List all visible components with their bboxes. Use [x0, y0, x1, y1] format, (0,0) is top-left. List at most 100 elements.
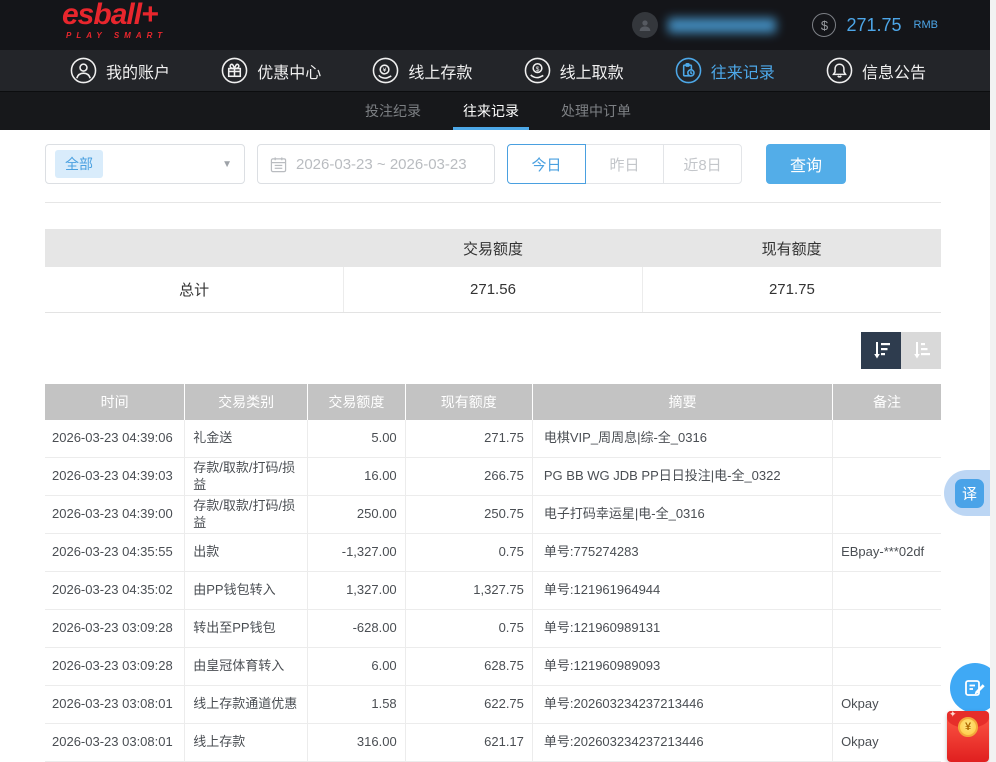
- logo-text: esball+: [62, 0, 167, 30]
- brand-logo[interactable]: esball+ PLAY SMART: [62, 0, 167, 40]
- cell-amount: 250.00: [308, 496, 406, 534]
- transactions-table: 时间 交易类别 交易额度 现有额度 摘要 备注 2026-03-23 04:39…: [45, 384, 941, 762]
- table-row: 2026-03-23 04:35:02由PP钱包转入1,327.001,327.…: [45, 572, 941, 610]
- cell-type: 出款: [185, 534, 308, 572]
- cell-amount: 1,327.00: [308, 572, 406, 610]
- cell-balance: 628.75: [405, 648, 532, 686]
- sort-controls: [45, 332, 941, 369]
- cell-amount: 1.58: [308, 686, 406, 724]
- logo-tagline: PLAY SMART: [66, 32, 167, 40]
- cell-summary: 单号:121960989093: [532, 648, 832, 686]
- nav-label: 线上存款: [408, 59, 472, 83]
- cell-time: 2026-03-23 04:35:55: [45, 534, 185, 572]
- cell-time: 2026-03-23 04:39:06: [45, 420, 185, 458]
- avatar[interactable]: [632, 12, 658, 38]
- type-select[interactable]: 全部 ▼: [45, 144, 245, 184]
- button-label: 近8日: [683, 154, 721, 175]
- cell-balance: 622.75: [405, 686, 532, 724]
- cell-summary: PG BB WG JDB PP日日投注|电-全_0322: [532, 458, 832, 496]
- summary-header-transaction: 交易额度: [344, 229, 643, 267]
- cell-time: 2026-03-23 04:39:00: [45, 496, 185, 534]
- sort-descending-button[interactable]: [861, 332, 901, 369]
- yesterday-button[interactable]: 昨日: [585, 144, 664, 184]
- table-row: 2026-03-23 03:08:01线上存款316.00621.17单号:20…: [45, 724, 941, 762]
- cell-remark: EBpay-***02df: [833, 534, 941, 572]
- page-scrollbar[interactable]: [990, 0, 996, 762]
- header-balance: 现有额度: [405, 384, 532, 420]
- translate-button[interactable]: 译: [944, 470, 996, 516]
- cell-summary: 单号:202603234237213446: [532, 686, 832, 724]
- cell-type: 礼金送: [185, 420, 308, 458]
- cell-time: 2026-03-23 03:08:01: [45, 686, 185, 724]
- edit-compose-icon: [963, 676, 987, 700]
- summary-header-balance: 现有额度: [642, 229, 941, 267]
- nav-item-online-deposit[interactable]: ¥ 线上存款: [372, 57, 472, 84]
- transactions-body: 2026-03-23 04:39:06礼金送5.00271.75电棋VIP_周周…: [45, 420, 941, 762]
- button-label: 今日: [531, 154, 561, 175]
- cell-remark: Okpay: [833, 686, 941, 724]
- sort-ascending-button[interactable]: [901, 332, 941, 369]
- nav-item-announcements[interactable]: 信息公告: [826, 57, 926, 84]
- calendar-icon: [270, 156, 287, 173]
- sort-ascending-icon: [910, 340, 932, 360]
- cell-remark: [833, 458, 941, 496]
- table-header-row: 时间 交易类别 交易额度 现有额度 摘要 备注: [45, 384, 941, 420]
- cell-type: 由PP钱包转入: [185, 572, 308, 610]
- nav-item-transaction-records[interactable]: 往来记录: [675, 57, 775, 84]
- balance-currency: RMB: [914, 19, 938, 31]
- cell-time: 2026-03-23 03:08:01: [45, 724, 185, 762]
- tab-transaction-records[interactable]: 往来记录: [459, 92, 523, 130]
- balance-amount[interactable]: 271.75: [846, 15, 901, 36]
- filter-row: 全部 ▼ 2026-03-23 ~ 2026-03-23 今日 昨日 近8日 查…: [45, 144, 941, 184]
- username-blurred[interactable]: [668, 18, 776, 33]
- summary-header-row: 交易额度 现有额度: [45, 229, 941, 267]
- cell-summary: 单号:775274283: [532, 534, 832, 572]
- section-divider: [45, 202, 941, 203]
- cell-time: 2026-03-23 03:09:28: [45, 610, 185, 648]
- cell-balance: 271.75: [405, 420, 532, 458]
- summary-header-empty: [45, 229, 344, 267]
- quick-date-buttons: 今日 昨日 近8日: [507, 144, 742, 184]
- cell-balance: 250.75: [405, 496, 532, 534]
- tab-pending-orders[interactable]: 处理中订单: [557, 92, 635, 130]
- nav-item-my-account[interactable]: 我的账户: [70, 57, 170, 84]
- gold-coin-icon: ¥: [958, 717, 978, 737]
- summary-total-label: 总计: [45, 267, 344, 312]
- deposit-icon: ¥: [372, 57, 399, 84]
- cell-time: 2026-03-23 04:35:02: [45, 572, 185, 610]
- cell-amount: 5.00: [308, 420, 406, 458]
- nav-item-promotions[interactable]: 优惠中心: [221, 57, 321, 84]
- nav-label: 线上取款: [560, 59, 624, 83]
- header-summary: 摘要: [532, 384, 832, 420]
- main-nav: 我的账户 优惠中心 ¥ 线上存款 $ 线上取款 往来记录 信息公告: [0, 50, 996, 92]
- search-button[interactable]: 查询: [766, 144, 846, 184]
- nav-item-online-withdrawal[interactable]: $ 线上取款: [524, 57, 624, 84]
- cell-type: 存款/取款/打码/损益: [185, 496, 308, 534]
- button-label: 昨日: [609, 154, 639, 175]
- cell-amount: -628.00: [308, 610, 406, 648]
- header-type: 交易类别: [185, 384, 308, 420]
- cell-type: 存款/取款/打码/损益: [185, 458, 308, 496]
- cell-amount: -1,327.00: [308, 534, 406, 572]
- cell-balance: 1,327.75: [405, 572, 532, 610]
- red-envelope-button[interactable]: ¥ ✦: [947, 711, 989, 762]
- date-range-input[interactable]: 2026-03-23 ~ 2026-03-23: [257, 144, 495, 184]
- cell-remark: [833, 496, 941, 534]
- cell-summary: 单号:121961964944: [532, 572, 832, 610]
- chevron-down-icon: ▼: [222, 159, 232, 170]
- date-range-value: 2026-03-23 ~ 2026-03-23: [296, 156, 467, 173]
- cell-summary: 电棋VIP_周周息|综-全_0316: [532, 420, 832, 458]
- type-select-value: 全部: [55, 150, 103, 178]
- cell-summary: 单号:202603234237213446: [532, 724, 832, 762]
- last-8-days-button[interactable]: 近8日: [663, 144, 742, 184]
- cell-amount: 16.00: [308, 458, 406, 496]
- svg-text:$: $: [535, 66, 539, 73]
- summary-total-row: 总计 271.56 271.75: [45, 267, 941, 312]
- tab-bet-records[interactable]: 投注纪录: [361, 92, 425, 130]
- table-row: 2026-03-23 04:39:03存款/取款/打码/损益16.00266.7…: [45, 458, 941, 496]
- summary-table: 交易额度 现有额度 总计 271.56 271.75: [45, 229, 941, 313]
- cell-balance: 621.17: [405, 724, 532, 762]
- today-button[interactable]: 今日: [507, 144, 586, 184]
- cell-time: 2026-03-23 03:09:28: [45, 648, 185, 686]
- cell-balance: 266.75: [405, 458, 532, 496]
